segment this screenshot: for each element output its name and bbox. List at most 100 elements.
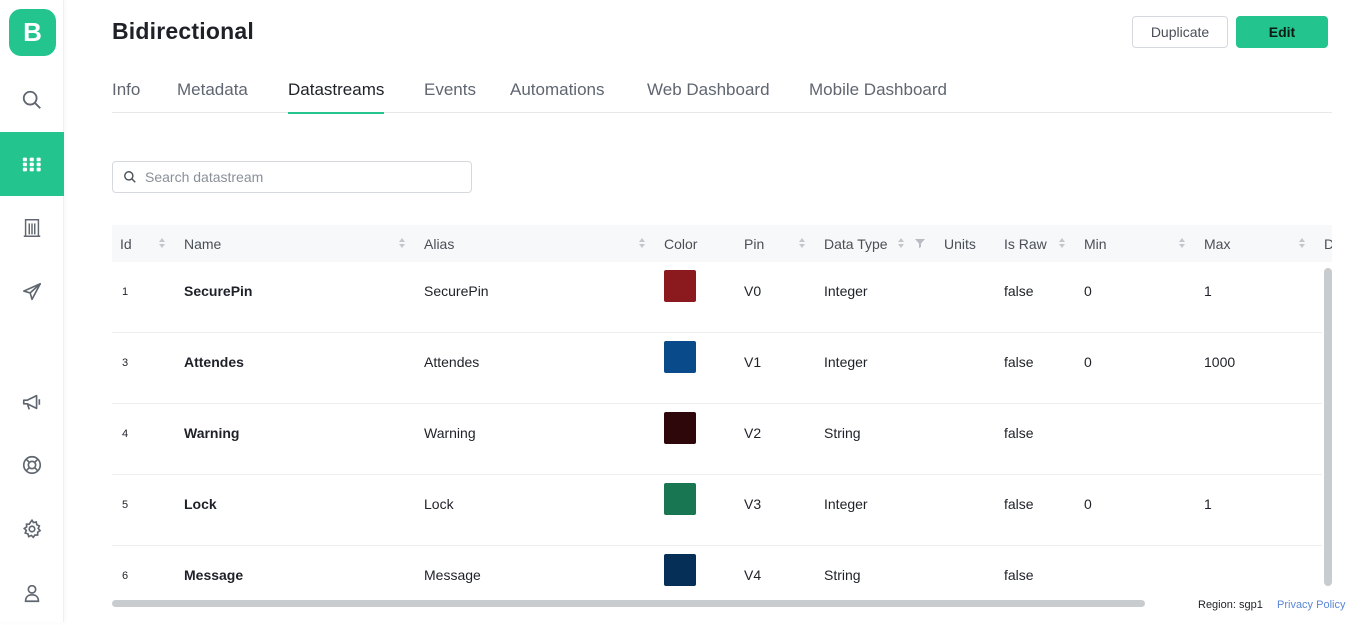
cell-pin: V3	[744, 496, 762, 512]
color-swatch	[664, 270, 696, 302]
sidebar-item-settings[interactable]	[0, 497, 64, 561]
color-swatch	[664, 341, 696, 373]
sort-icon[interactable]	[1298, 237, 1306, 249]
cell-id: 3	[122, 357, 129, 369]
sort-icon[interactable]	[398, 237, 406, 249]
cell-pin: V2	[744, 425, 762, 441]
region-label: Region: sgp1	[1198, 599, 1263, 611]
sidebar-item-announcements[interactable]	[0, 370, 64, 434]
cell-max: 1	[1204, 496, 1212, 512]
cell-is-raw: false	[1004, 425, 1034, 441]
cell-pin: V0	[744, 283, 762, 299]
sidebar-item-help[interactable]	[0, 433, 64, 497]
cell-alias: Attendes	[424, 354, 480, 370]
column-header-id[interactable]: Id	[120, 236, 132, 252]
sort-icon[interactable]	[897, 237, 905, 249]
search-box[interactable]	[112, 161, 472, 193]
color-swatch	[664, 483, 696, 515]
tab-metadata[interactable]: Metadata	[177, 80, 248, 112]
filter-icon[interactable]	[915, 238, 925, 248]
vertical-scrollbar[interactable]	[1324, 268, 1332, 586]
cell-is-raw: false	[1004, 354, 1034, 370]
color-swatch	[664, 554, 696, 586]
color-swatch	[664, 412, 696, 444]
table-header: Id Name Alias Color Pin Data Type Units …	[112, 225, 1332, 262]
sidebar-item-organizations[interactable]	[0, 196, 64, 260]
cell-data-type: String	[824, 425, 861, 441]
megaphone-icon	[22, 394, 41, 410]
tab-datastreams[interactable]: Datastreams	[288, 80, 385, 114]
cell-id: 6	[122, 570, 129, 582]
cell-is-raw: false	[1004, 283, 1034, 299]
column-header-truncated: D	[1324, 236, 1332, 252]
column-header-alias[interactable]: Alias	[424, 236, 454, 252]
column-header-is-raw[interactable]: Is Raw	[1004, 236, 1047, 252]
tab-mobile-dashboard[interactable]: Mobile Dashboard	[809, 80, 947, 112]
tab-info[interactable]: Info	[112, 80, 140, 112]
privacy-policy-link[interactable]: Privacy Policy	[1277, 599, 1345, 611]
sort-icon[interactable]	[638, 237, 646, 249]
column-header-pin[interactable]: Pin	[744, 236, 764, 252]
table-row[interactable]: 4 Warning Warning V2 String false	[112, 404, 1322, 475]
search-input[interactable]	[145, 169, 445, 185]
datastreams-table: Id Name Alias Color Pin Data Type Units …	[112, 225, 1332, 589]
send-icon	[22, 282, 42, 301]
cell-pin: V1	[744, 354, 762, 370]
sidebar-item-search[interactable]	[0, 68, 64, 132]
cell-name[interactable]: Warning	[184, 425, 239, 441]
cell-alias: SecurePin	[424, 283, 489, 299]
cell-name[interactable]: Attendes	[184, 354, 244, 370]
cell-id: 4	[122, 428, 129, 440]
cell-alias: Message	[424, 567, 481, 583]
cell-id: 1	[122, 286, 129, 298]
column-header-name[interactable]: Name	[184, 236, 221, 252]
column-header-color: Color	[664, 236, 698, 252]
cell-alias: Lock	[424, 496, 454, 512]
tab-bar: Info Metadata Datastreams Events Automat…	[112, 76, 1332, 114]
cell-is-raw: false	[1004, 496, 1034, 512]
cell-name[interactable]: Lock	[184, 496, 217, 512]
sort-icon[interactable]	[1058, 237, 1066, 249]
gear-icon	[22, 518, 42, 539]
table-row[interactable]: 5 Lock Lock V3 Integer false 0 1	[112, 475, 1322, 546]
search-icon	[22, 90, 41, 109]
grid-icon	[22, 157, 41, 172]
cell-max: 1	[1204, 283, 1212, 299]
sort-icon[interactable]	[798, 237, 806, 249]
table-row[interactable]: 6 Message Message V4 String false	[112, 546, 1322, 589]
cell-id: 5	[122, 499, 129, 511]
tab-events[interactable]: Events	[424, 80, 476, 112]
table-row[interactable]: 3 Attendes Attendes V1 Integer false 0 1…	[112, 333, 1322, 404]
cell-data-type: Integer	[824, 496, 868, 512]
cell-data-type: Integer	[824, 354, 868, 370]
sidebar-item-templates[interactable]	[0, 132, 64, 196]
cell-name[interactable]: SecurePin	[184, 283, 252, 299]
table-row[interactable]: 1 SecurePin SecurePin V0 Integer false 0…	[112, 262, 1322, 333]
cell-name[interactable]: Message	[184, 567, 243, 583]
column-header-max[interactable]: Max	[1204, 236, 1230, 252]
sort-icon[interactable]	[158, 237, 166, 249]
logo[interactable]: B	[9, 9, 56, 56]
sidebar-item-send[interactable]	[0, 260, 64, 324]
tab-automations[interactable]: Automations	[510, 80, 605, 112]
search-icon	[124, 171, 136, 183]
tab-web-dashboard[interactable]: Web Dashboard	[647, 80, 770, 112]
sort-icon[interactable]	[1178, 237, 1186, 249]
column-header-min[interactable]: Min	[1084, 236, 1107, 252]
column-header-units: Units	[944, 236, 976, 252]
cell-alias: Warning	[424, 425, 476, 441]
cell-is-raw: false	[1004, 567, 1034, 583]
duplicate-button[interactable]: Duplicate	[1132, 16, 1228, 48]
horizontal-scrollbar[interactable]	[112, 600, 1145, 607]
cell-max: 1000	[1204, 354, 1236, 370]
sidebar-item-profile[interactable]	[0, 561, 64, 625]
edit-button[interactable]: Edit	[1236, 16, 1328, 48]
cell-min: 0	[1084, 283, 1092, 299]
cell-data-type: String	[824, 567, 861, 583]
cell-min: 0	[1084, 496, 1092, 512]
lifebuoy-icon	[22, 455, 42, 475]
cell-pin: V4	[744, 567, 762, 583]
column-header-data-type[interactable]: Data Type	[824, 236, 888, 252]
cell-data-type: Integer	[824, 283, 868, 299]
cell-min: 0	[1084, 354, 1092, 370]
